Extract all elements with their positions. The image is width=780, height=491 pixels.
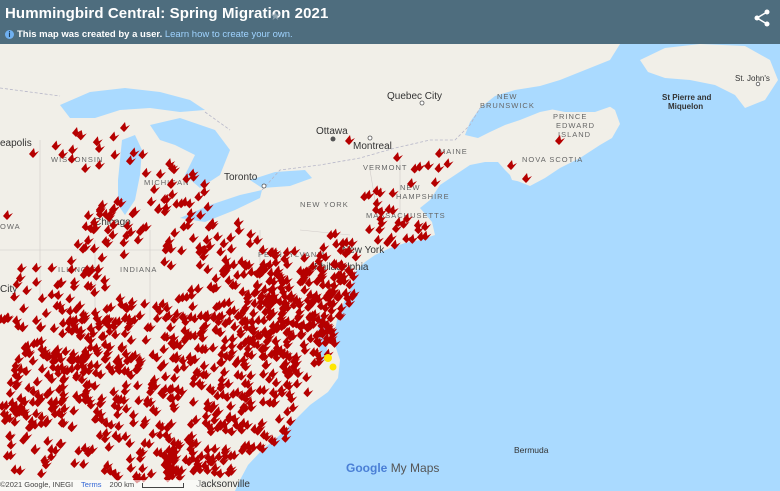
- learn-how-link[interactable]: Learn how to create your own.: [165, 29, 293, 40]
- terms-link[interactable]: Terms: [81, 480, 101, 489]
- label-new-brunswick-2: BRUNSWICK: [480, 101, 535, 110]
- label-ottawa: Ottawa: [316, 126, 348, 137]
- label-minneapolis: eapolis: [0, 138, 32, 149]
- label-bermuda: Bermuda: [514, 445, 549, 455]
- label-toronto: Toronto: [224, 172, 258, 183]
- label-new-hampshire-2: HAMPSHIRE: [396, 192, 450, 201]
- map-subtitle: i This map was created by a user. Learn h…: [5, 29, 293, 40]
- google-my-maps-logo: Google My Maps: [346, 461, 439, 475]
- label-pei-3: ISLAND: [558, 130, 591, 139]
- label-indiana: INDIANA: [120, 265, 157, 274]
- label-vermont: VERMONT: [363, 163, 408, 172]
- info-icon: i: [5, 29, 14, 39]
- scale-label: 200 km: [109, 480, 135, 489]
- label-wisconsin: WISCONSIN: [51, 155, 103, 164]
- label-st-johns: St. John's: [735, 74, 770, 83]
- star-icon[interactable]: ★: [270, 9, 281, 23]
- label-st-pierre-2: Miquelon: [668, 102, 703, 111]
- mymaps-wordmark: My Maps: [390, 461, 440, 475]
- label-iowa: OWA: [0, 222, 21, 231]
- label-nova-scotia: NOVA SCOTIA: [522, 155, 583, 164]
- label-pei-1: PRINCE: [553, 112, 587, 121]
- label-pei-2: EDWARD: [556, 121, 595, 130]
- label-st-pierre-1: St Pierre and: [662, 93, 711, 102]
- label-new-york-state: NEW YORK: [300, 200, 349, 209]
- scale-bar: [142, 482, 185, 488]
- label-new-brunswick-1: NEW: [497, 92, 518, 101]
- label-quebec-city: Quebec City: [387, 91, 442, 102]
- label-montreal: Montreal: [353, 141, 392, 152]
- google-wordmark: Google: [346, 461, 388, 475]
- label-jacksonville: Jacksonville: [196, 479, 250, 490]
- attribution-text: ©2021 Google, INEGI: [0, 480, 74, 489]
- subtitle-text: This map was created by a user.: [17, 29, 163, 40]
- label-maine: MAINE: [439, 147, 468, 156]
- map-canvas[interactable]: Quebec City Ottawa Montreal Toronto NEW …: [0, 0, 780, 491]
- map-footer: ©2021 Google, INEGI Terms 200 km: [0, 480, 200, 491]
- map-header: Hummingbird Central: Spring Migration 20…: [0, 0, 780, 44]
- share-icon[interactable]: [752, 8, 772, 28]
